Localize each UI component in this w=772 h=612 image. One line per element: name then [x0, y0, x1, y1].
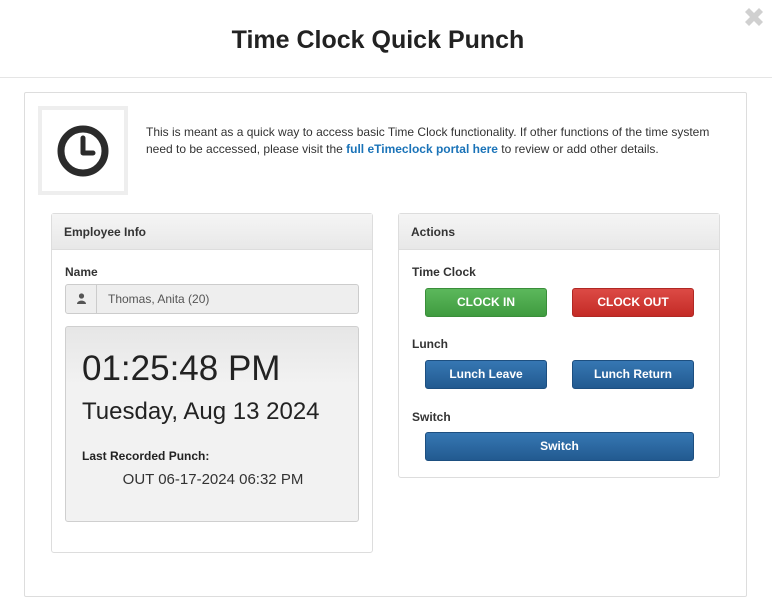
switch-button[interactable]: Switch — [425, 432, 694, 461]
name-addon — [66, 285, 97, 313]
clock-display: 01:25:48 PM Tuesday, Aug 13 2024 Last Re… — [65, 326, 359, 522]
modal-title: Time Clock Quick Punch — [231, 26, 525, 54]
time-clock-label: Time Clock — [412, 265, 476, 279]
clock-logo — [38, 106, 128, 195]
employee-info-panel: Employee Info Name Thomas, Anita (20) 01… — [51, 213, 373, 553]
lunch-label: Lunch — [412, 337, 448, 351]
close-icon — [745, 8, 763, 26]
clock-out-button[interactable]: CLOCK OUT — [572, 288, 694, 317]
user-icon — [77, 293, 86, 304]
employee-info-heading: Employee Info — [52, 214, 372, 250]
etimeclock-portal-link[interactable]: full eTimeclock portal here — [346, 142, 498, 156]
intro-text-after: to review or add other details. — [497, 142, 659, 156]
lunch-leave-button[interactable]: Lunch Leave — [425, 360, 547, 389]
current-time: 01:25:48 PM — [82, 349, 281, 388]
clock-icon — [57, 125, 109, 177]
close-button[interactable] — [740, 3, 770, 33]
clock-in-button[interactable]: CLOCK IN — [425, 288, 547, 317]
last-punch-value: OUT 06-17-2024 06:32 PM — [122, 471, 304, 488]
last-punch-label: Last Recorded Punch: — [82, 449, 210, 463]
intro-text: This is meant as a quick way to access b… — [146, 124, 726, 158]
switch-label: Switch — [412, 410, 451, 424]
actions-heading: Actions — [399, 214, 719, 250]
employee-name-field[interactable]: Thomas, Anita (20) — [65, 284, 359, 314]
lunch-return-button[interactable]: Lunch Return — [572, 360, 694, 389]
current-date: Tuesday, Aug 13 2024 — [82, 398, 320, 425]
actions-panel: Actions Time Clock CLOCK IN CLOCK OUT Lu… — [398, 213, 720, 478]
employee-name-value: Thomas, Anita (20) — [108, 292, 210, 306]
modal-header: Time Clock Quick Punch — [0, 0, 772, 78]
name-label: Name — [65, 265, 98, 279]
